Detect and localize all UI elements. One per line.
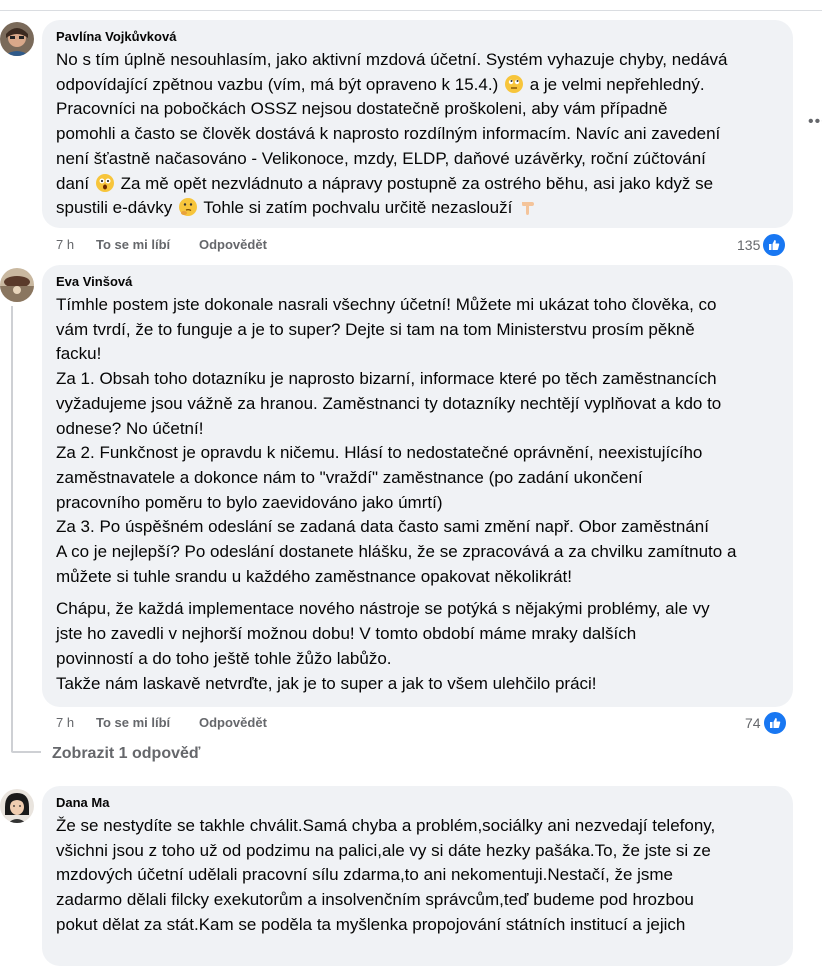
reaction-summary[interactable]: 74	[745, 711, 787, 735]
comment-bubble: Eva Vinšová Tímhle postem jste dokonale …	[42, 265, 793, 707]
comment-timestamp[interactable]: 7 h	[56, 714, 96, 732]
comment-line: Takže nám laskavě netvrďte, jak je to su…	[56, 673, 597, 693]
comment-line: Že se nestydíte se takhle chválit.Samá c…	[56, 816, 716, 835]
comment-line: A co je nejlepší? Po odeslání dostanete …	[56, 542, 737, 562]
show-replies-link[interactable]: Zobrazit 1 odpověď	[52, 745, 200, 763]
comment-actions: 7 h To se mi líbí Odpovědět	[56, 714, 267, 732]
comment-bubble: Pavlína Vojkůvková No s tím úplně nesouh…	[42, 20, 793, 228]
comment-line: No s tím úplně nesouhlasím, jako aktivní…	[56, 50, 728, 69]
thread-line	[11, 306, 13, 752]
comment-line: Pracovníci na pobočkách OSSZ nejsou dost…	[56, 99, 668, 119]
reply-button[interactable]: Odpovědět	[199, 714, 267, 732]
comment-actions: 7 h To se mi líbí Odpovědět	[56, 236, 267, 254]
avatar[interactable]	[0, 268, 34, 302]
reaction-summary[interactable]: 135	[737, 233, 787, 257]
comment-line: jste ho zavedli v nejhorší možnou dobu! …	[56, 624, 637, 644]
comment-line: vám tvrdí, že to funguje a je to super? …	[56, 319, 695, 339]
like-reaction-icon	[762, 233, 787, 257]
more-options-icon[interactable]: •••	[808, 113, 822, 131]
comment-line: můžete si tuhle srandu u každého zaměstn…	[56, 566, 572, 586]
comment-text: No s tím úplně nesouhlasím, jako aktivní…	[56, 48, 781, 221]
comment-line: Za 3. Po úspěšném odeslání se zadaná dat…	[56, 517, 709, 537]
comment-line: vyžadujeme jsou vážně za hranou. Zaměstn…	[56, 393, 722, 413]
like-button[interactable]: To se mi líbí	[96, 236, 199, 254]
comment-line: povinností a do toho ještě tohle žůžo la…	[56, 648, 392, 668]
comment-line: všichni jsou z toho už od podzimu na pal…	[56, 840, 711, 860]
comment-line: pomohli a často se člověk dostává k napr…	[56, 124, 721, 144]
comment-line: Za 1. Obsah toho dotazníku je naprosto b…	[56, 369, 717, 389]
avatar[interactable]	[0, 789, 34, 823]
reply-button[interactable]: Odpovědět	[199, 236, 267, 254]
rolling-eyes-emoji-icon	[504, 74, 523, 93]
comment-line: není šťastně načasováno - Velikonoce, mz…	[56, 148, 706, 168]
comment-line: pokut dělat za stát.Kam se poděla ta myš…	[56, 914, 686, 934]
comment-author[interactable]: Pavlína Vojkůvková	[56, 28, 781, 46]
comment-line: Za 2. Funkčnost je opravdu k ničemu. Hlá…	[56, 443, 703, 463]
top-divider	[0, 10, 822, 11]
reaction-count: 74	[745, 715, 761, 731]
avatar[interactable]	[0, 22, 34, 56]
thread-line-elbow	[11, 751, 41, 753]
comment-text: Tímhle postem jste dokonale nasrali všec…	[56, 293, 781, 696]
comment-line: mzdových účetní udělali pracovní sílu zd…	[56, 865, 674, 885]
astonished-face-emoji-icon	[95, 173, 114, 192]
comment-line: spustili e-dávky Tohle si zatím pochvalu…	[56, 196, 781, 221]
comment-timestamp[interactable]: 7 h	[56, 236, 96, 254]
comment-line: facku!	[56, 344, 102, 364]
comment-line: daní Za mě opět nezvládnuto a nápravy po…	[56, 173, 714, 193]
comment-line: Tímhle postem jste dokonale nasrali všec…	[56, 295, 717, 314]
thinking-face-emoji-icon	[178, 198, 197, 217]
comment-line: zaměstnavatele a dokonce nám to "vraždí"…	[56, 467, 643, 487]
comment-line: zadarmo dělali filcky exekutorům a insol…	[56, 890, 694, 910]
comment-author[interactable]: Dana Ma	[56, 794, 781, 812]
comment-author[interactable]: Eva Vinšová	[56, 273, 781, 291]
pointing-down-emoji-icon	[519, 198, 537, 216]
comment-line: pracovního poměru to bylo zaevidováno ja…	[56, 492, 443, 512]
comment-bubble: Dana Ma Že se nestydíte se takhle chváli…	[42, 786, 793, 966]
comment-line: odpovídající zpětnou vazbu (vím, má být …	[56, 74, 705, 94]
comment-line: odnese? No účetní!	[56, 418, 204, 438]
comment-line: Chápu, že každá implementace nového nást…	[56, 599, 710, 619]
comment-text: Že se nestydíte se takhle chválit.Samá c…	[56, 814, 781, 938]
reaction-count: 135	[737, 237, 761, 253]
like-reaction-icon	[762, 711, 787, 735]
like-button[interactable]: To se mi líbí	[96, 714, 199, 732]
